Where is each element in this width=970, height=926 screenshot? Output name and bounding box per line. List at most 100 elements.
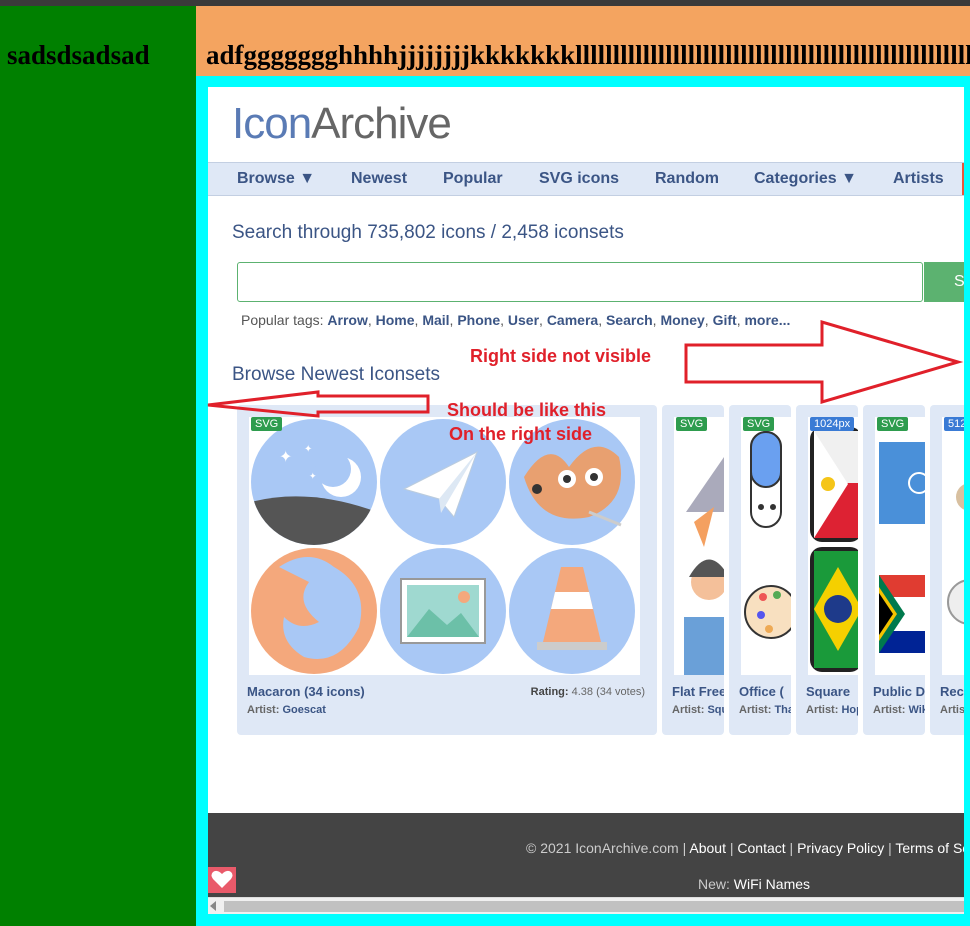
iconset-card-cutoff[interactable]: 512 Rec Artis [930,405,964,735]
annotation-right-side: Right side not visible [470,346,652,366]
philippines-flag-icon [810,427,858,542]
size-badge: 512 [944,417,964,431]
iconset-preview: SVG [674,417,724,675]
nav-svg-icons[interactable]: SVG icons [539,170,619,188]
iconset-title[interactable]: Square [806,684,850,699]
nav-random[interactable]: Random [655,170,719,188]
tag-user[interactable]: User [508,312,539,328]
header-bar: adfggggggghhhhjjjjjjjjkkkkkkklllllllllll… [196,6,970,76]
size-badge: 1024px [810,417,855,431]
un-flag-icon [879,442,925,524]
iconset-rating: Rating: 4.38 (34 votes) [531,686,645,698]
traffic-cone-icon [509,548,635,674]
iconset-title[interactable]: Macaron (34 icons) [247,684,365,699]
horizontal-scrollbar[interactable] [208,897,964,914]
iconset-card-flat-free[interactable]: SVG Flat Free Artist: Squ [662,405,724,735]
annotation-on-right: On the right side [449,424,593,444]
firefox-icon [251,548,377,674]
capsule-icon [750,431,782,528]
public-domain-flags-icon-grid [879,442,925,653]
nav-browse[interactable]: Browse ▼ [237,170,315,188]
south-africa-flag-icon [879,575,925,653]
artist-name[interactable]: Hop [841,704,858,716]
iconset-artist: Artist: Wik [873,704,925,716]
footer-link-terms[interactable]: Terms of Se [895,840,964,856]
brazil-flag-icon [810,547,858,672]
popular-tags: Popular tags: Arrow, Home, Mail, Phone, … [241,312,791,328]
footer-link-about[interactable]: About [689,840,726,856]
tag-gift[interactable]: Gift [713,312,737,328]
image-icon [380,548,506,674]
footer-link-wifi-names[interactable]: WiFi Names [734,876,810,892]
heart-icon[interactable] [208,867,236,893]
footer-new: New: WiFi Names [698,876,810,892]
logo-archive-text: Archive [311,99,452,148]
svg-badge: SVG [251,417,283,431]
footer-links: © 2021 IconArchive.com | About | Contact… [526,840,964,856]
iconset-title[interactable]: Rec [940,684,964,699]
iconset-title[interactable]: Office ( [739,684,784,699]
tag-phone[interactable]: Phone [457,312,500,328]
iconset-title[interactable]: Flat Free [672,684,724,699]
search-button[interactable]: S [924,262,964,302]
tags-label: Popular tags: [241,312,324,328]
tag-arrow[interactable]: Arrow [327,312,367,328]
artist-name[interactable]: Wik [908,704,925,716]
rating-value: 4.38 (34 votes) [571,686,645,698]
rating-label: Rating: [530,686,569,698]
new-label: New: [698,876,730,892]
iconset-title[interactable]: Public D [873,684,925,699]
svg-text:✦: ✦ [309,471,317,481]
left-panel: sadsdsadsad [0,6,196,926]
iconset-card-square[interactable]: 1024px Square Artist: Hop [796,405,858,735]
iconset-card-office[interactable]: SVG Office ( Artist: Tha [729,405,791,735]
scroll-left-icon[interactable] [210,901,216,911]
main-nav: Browse ▼ Newest Popular SVG icons Random… [208,162,964,196]
artist-label: Artist: [739,704,772,716]
iconset-card-macaron[interactable]: SVG ✦ ✦ ✦ Macaron (34 icons) Rating: 4.3… [237,405,657,735]
iconset-preview: 1024px [808,417,858,675]
footer-link-contact[interactable]: Contact [737,840,785,856]
browse-title: Browse Newest Iconsets [232,364,441,385]
iconset-card-public-domain[interactable]: SVG Public D Artist: Wik [863,405,925,735]
iconset-artist: Artist: Squ [672,704,724,716]
nav-popular[interactable]: Popular [443,170,503,188]
night-moon-icon: ✦ ✦ ✦ [251,419,377,545]
scroll-thumb[interactable] [224,901,964,912]
paint-palette-icon [744,585,791,639]
artist-name[interactable]: Goescat [282,704,325,716]
support-person-icon [684,559,724,675]
iconset-preview: 512 [942,417,964,675]
tag-search[interactable]: Search [606,312,653,328]
tag-camera[interactable]: Camera [547,312,598,328]
nav-artists[interactable]: Artists [893,170,944,188]
search-input[interactable] [237,262,923,302]
header-label: adfggggggghhhhjjjjjjjjkkkkkkklllllllllll… [206,40,970,70]
site-footer: © 2021 IconArchive.com | About | Contact… [208,813,964,901]
left-panel-label: sadsdsadsad [7,40,150,70]
artist-label: Artist: [672,704,705,716]
artist-name[interactable]: Tha [774,704,791,716]
artist-label: Artist: [247,704,280,716]
tag-home[interactable]: Home [376,312,415,328]
iconset-preview: SVG [875,417,925,675]
artist-label: Artist: [806,704,839,716]
nav-newest[interactable]: Newest [351,170,407,188]
artist-label: Artist: [873,704,906,716]
tag-money[interactable]: Money [660,312,704,328]
iconset-artist: Artist: Tha [739,704,791,716]
nav-categories[interactable]: Categories ▼ [754,170,857,188]
site-logo[interactable]: IconArchive [232,99,452,149]
artist-name[interactable]: Squ [707,704,724,716]
tag-more[interactable]: more... [744,312,790,328]
office-icon-grid [744,431,791,639]
footer-link-privacy[interactable]: Privacy Policy [797,840,884,856]
iconset-preview: SVG [741,417,791,675]
tag-mail[interactable]: Mail [422,312,449,328]
square-flags-icon-grid [810,427,858,672]
iconset-artist: Artis [940,704,964,716]
iconset-preview: SVG ✦ ✦ ✦ [249,417,640,675]
svg-text:✦: ✦ [304,444,312,455]
embedded-iframe[interactable]: IconArchive Browse ▼ Newest Popular SVG … [208,87,964,914]
search-title: Search through 735,802 icons / 2,458 ico… [232,222,624,243]
